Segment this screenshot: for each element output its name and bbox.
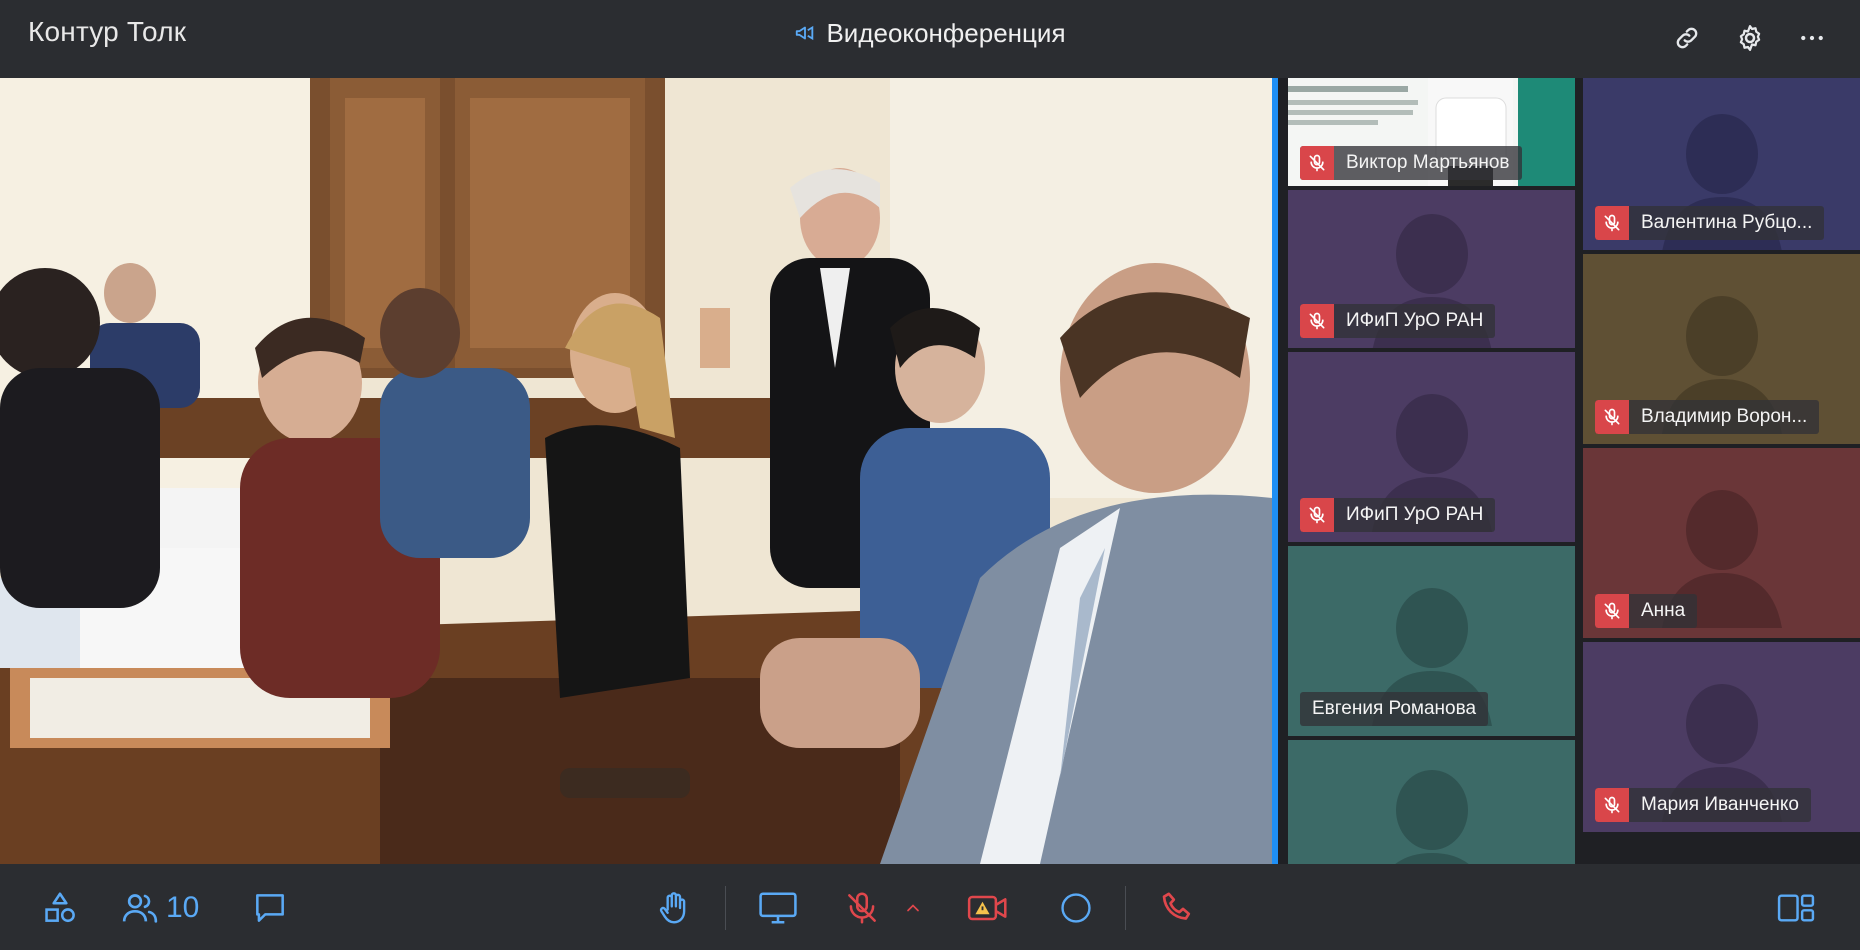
participant-name: Мария Иванченко: [1641, 794, 1800, 815]
participant-tile[interactable]: Евгения Романова: [1288, 546, 1575, 736]
participant-name: ИФиП УрО РАН: [1346, 504, 1484, 525]
participant-name: Анна: [1641, 600, 1686, 621]
mic-off-icon: [1595, 594, 1629, 628]
more-icon[interactable]: [1790, 16, 1834, 60]
top-bar: Контур Толк Видеоконференция: [0, 0, 1860, 78]
gear-icon[interactable]: [1728, 16, 1772, 60]
bottom-toolbar: 10: [0, 864, 1860, 950]
chat-icon[interactable]: [246, 884, 294, 932]
participant-tile[interactable]: Мария Иванченко: [1583, 642, 1860, 832]
main-speaker-video[interactable]: [0, 78, 1272, 864]
participant-name: Владимир Ворон...: [1641, 406, 1808, 427]
toolbar-divider: [1125, 886, 1126, 930]
participants-count: 10: [166, 891, 200, 924]
mic-off-icon: [1300, 146, 1334, 180]
mic-off-icon: [1595, 788, 1629, 822]
video-stage: Виктор Мартьянов Валентина Рубцо... ИФиП…: [0, 78, 1860, 864]
record-icon[interactable]: [1052, 884, 1100, 932]
avatar-silhouette-icon: [1395, 770, 1468, 864]
chevron-up-icon[interactable]: [898, 884, 928, 932]
raise-hand-icon[interactable]: [650, 884, 698, 932]
participant-name: Валентина Рубцо...: [1641, 212, 1813, 233]
participants-button[interactable]: 10: [120, 884, 220, 932]
conference-title: Видеоконференция: [0, 18, 1860, 51]
participant-name-tag: Евгения Романова: [1300, 692, 1489, 726]
participant-name-tag: Владимир Ворон...: [1595, 400, 1820, 434]
participant-name: Евгения Романова: [1312, 698, 1477, 719]
participant-name: ИФиП УрО РАН: [1346, 310, 1484, 331]
participant-name-tag: Анна: [1595, 594, 1698, 628]
mic-off-icon: [1300, 498, 1334, 532]
participant-name-tag: ИФиП УрО РАН: [1300, 304, 1496, 338]
participant-tile[interactable]: Виктор Мартьянов: [1288, 78, 1575, 186]
participant-name-tag: Валентина Рубцо...: [1595, 206, 1825, 240]
conference-title-text: Видеоконференция: [826, 18, 1066, 48]
shapes-icon[interactable]: [36, 884, 84, 932]
screen-share-icon[interactable]: [752, 884, 804, 932]
toolbar-divider: [725, 886, 726, 930]
camera-warning-icon[interactable]: [962, 884, 1014, 932]
link-icon[interactable]: [1665, 16, 1709, 60]
megaphone-icon: [794, 20, 816, 51]
hang-up-icon[interactable]: [1152, 884, 1204, 932]
participant-tile[interactable]: Анна: [1583, 448, 1860, 638]
people-icon: [122, 894, 158, 923]
participant-name-tag: Виктор Мартьянов: [1300, 146, 1522, 180]
participant-tile[interactable]: ИФиП УрО РАН: [1288, 190, 1575, 348]
participants-grid: Виктор Мартьянов Валентина Рубцо... ИФиП…: [1278, 78, 1860, 864]
mic-off-icon[interactable]: [838, 884, 886, 932]
participant-tile[interactable]: Валентина Рубцо...: [1583, 78, 1860, 250]
participant-tile[interactable]: Владимир Ворон...: [1583, 254, 1860, 444]
mic-off-icon: [1595, 400, 1629, 434]
participant-name: Виктор Мартьянов: [1346, 152, 1510, 173]
conference-room-image: [0, 78, 1272, 864]
participant-name-tag: ИФиП УрО РАН: [1300, 498, 1496, 532]
mic-off-icon: [1595, 206, 1629, 240]
layout-icon[interactable]: [1772, 884, 1820, 932]
participant-tile[interactable]: [1288, 740, 1575, 864]
participant-tile[interactable]: ИФиП УрО РАН: [1288, 352, 1575, 542]
participant-name-tag: Мария Иванченко: [1595, 788, 1812, 822]
mic-off-icon: [1300, 304, 1334, 338]
